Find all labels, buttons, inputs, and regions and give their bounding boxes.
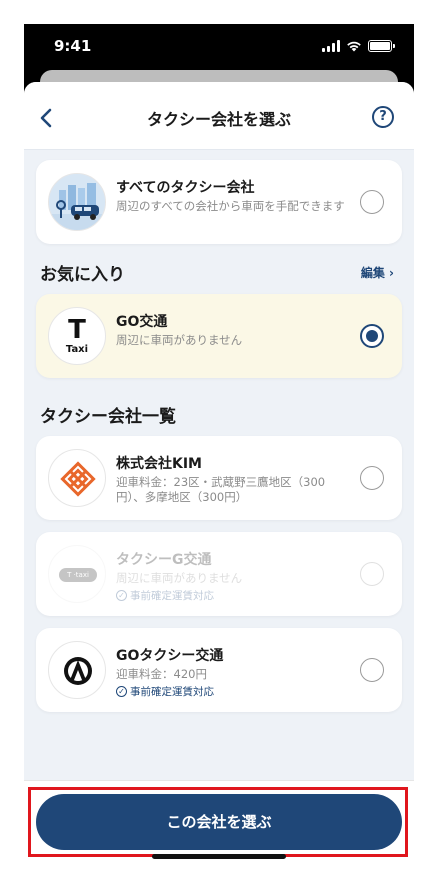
company-list-title: タクシー会社一覧 (40, 407, 176, 427)
go-taxi-pickup-fee: 迎車料金：420円 (116, 667, 207, 681)
go-taxi-fixed-fare-badge: ✓ 事前確定運賃対応 (116, 684, 214, 699)
company-card-taxi-g: T ·taxi タクシーG交通 周辺に車両がありません ✓ 事前確定運賃対応 (36, 532, 402, 616)
kim-pickup-fee: 迎車料金：23区・武蔵野三鷹地区（300円）、多摩地区（300円） (116, 475, 326, 504)
kim-name: 株式会社KIM (116, 456, 202, 472)
go-taxi-a-logo-icon (48, 641, 106, 699)
favorites-title: お気に入り (40, 265, 125, 285)
go-taxi-logo-icon: T Taxi (48, 307, 106, 365)
kim-logo-icon (48, 449, 106, 507)
status-icons (322, 40, 395, 52)
status-time: 9:41 (54, 37, 92, 55)
home-indicator (152, 854, 286, 859)
help-icon[interactable]: ? (372, 106, 394, 128)
page-title: タクシー会社を選ぶ (146, 110, 291, 129)
taxi-g-logo-icon: T ·taxi (48, 545, 106, 603)
kim-radio[interactable] (360, 466, 384, 490)
modal-sheet: タクシー会社を選ぶ ? すべてのタクシー会社 周辺のすべての会社から車両を手配で… (24, 82, 414, 868)
check-circle-icon: ✓ (116, 686, 127, 697)
favorite-company-name: GO交通 (116, 314, 168, 330)
all-companies-name: すべてのタクシー会社 (116, 180, 255, 196)
company-card-kim[interactable]: 株式会社KIM 迎車料金：23区・武蔵野三鷹地区（300円）、多摩地区（300円… (36, 436, 402, 520)
edit-favorites-link[interactable]: 編集 › (361, 264, 394, 281)
select-company-button[interactable]: この会社を選ぶ (36, 794, 402, 850)
phone-frame: 9:41 タクシー会社を選ぶ ? すべてのタクシー会社 周辺のすべての会社から車… (24, 24, 414, 868)
taxi-g-status: 周辺に車両がありません (116, 571, 243, 585)
cellular-signal-icon (322, 40, 340, 52)
all-companies-description: 周辺のすべての会社から車両を手配できます (116, 199, 345, 213)
taxi-g-radio (360, 562, 384, 586)
favorite-company-status: 周辺に車両がありません (116, 333, 243, 347)
all-companies-radio[interactable] (360, 190, 384, 214)
nav-header: タクシー会社を選ぶ ? (24, 82, 414, 150)
wifi-icon (347, 41, 361, 52)
taxi-g-fixed-fare-badge: ✓ 事前確定運賃対応 (116, 588, 214, 603)
favorite-company-card[interactable]: T Taxi GO交通 周辺に車両がありません (36, 294, 402, 378)
favorite-company-radio[interactable] (360, 324, 384, 348)
battery-icon (368, 40, 395, 52)
go-taxi-name: GOタクシー交通 (116, 648, 224, 664)
taxi-g-name: タクシーG交通 (116, 552, 212, 568)
check-circle-icon: ✓ (116, 590, 127, 601)
company-card-go-taxi[interactable]: GOタクシー交通 迎車料金：420円 ✓ 事前確定運賃対応 (36, 628, 402, 712)
go-taxi-radio[interactable] (360, 658, 384, 682)
all-companies-card[interactable]: すべてのタクシー会社 周辺のすべての会社から車両を手配できます (36, 160, 402, 244)
city-taxi-illustration-icon (48, 173, 106, 231)
content-area: すべてのタクシー会社 周辺のすべての会社から車両を手配できます お気に入り 編集… (24, 150, 414, 780)
status-bar: 9:41 (24, 24, 414, 72)
